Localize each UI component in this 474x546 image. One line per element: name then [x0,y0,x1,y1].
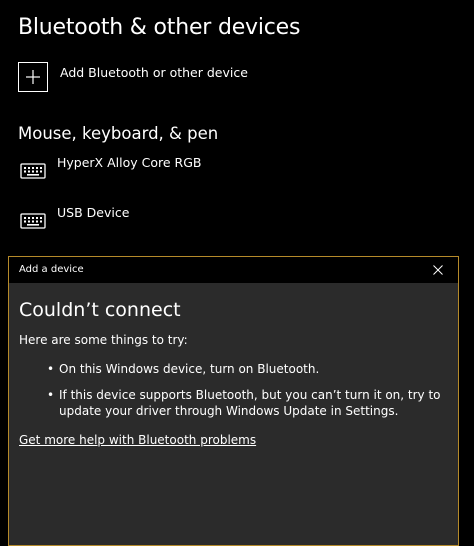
tip-text: On this Windows device, turn on Bluetoot… [59,362,320,376]
device-item-hyperx[interactable]: HyperX Alloy Core RGB [20,155,201,181]
device-item-usb[interactable]: USB Device [20,205,129,231]
add-device-dialog: Add a device Couldn’t connect Here are s… [8,256,459,546]
page-title: Bluetooth & other devices [18,15,301,40]
dialog-intro: Here are some things to try: [19,333,188,347]
bullet: • [47,388,55,402]
device-name: HyperX Alloy Core RGB [57,155,202,170]
plus-icon [18,62,48,92]
bullet: • [47,362,55,376]
tip-text: If this device supports Bluetooth, but y… [59,388,441,418]
settings-page: Bluetooth & other devices Add Bluetooth … [0,0,474,255]
dialog-title: Add a device [19,264,84,275]
add-device-button[interactable]: Add Bluetooth or other device [18,62,248,96]
device-name: USB Device [57,205,130,220]
tips-list: • On this Windows device, turn on Blueto… [19,361,446,419]
close-button[interactable] [418,257,458,283]
list-item: • On this Windows device, turn on Blueto… [19,361,446,377]
help-link[interactable]: Get more help with Bluetooth problems [19,433,256,447]
close-icon [433,265,443,275]
list-item: • If this device supports Bluetooth, but… [19,387,446,419]
dialog-heading: Couldn’t connect [19,299,181,321]
keyboard-icon [20,213,46,229]
keyboard-icon [20,163,46,179]
dialog-body: Couldn’t connect Here are some things to… [19,299,446,448]
add-device-label: Add Bluetooth or other device [60,65,248,80]
section-title: Mouse, keyboard, & pen [18,124,219,143]
dialog-titlebar: Add a device [9,257,458,283]
